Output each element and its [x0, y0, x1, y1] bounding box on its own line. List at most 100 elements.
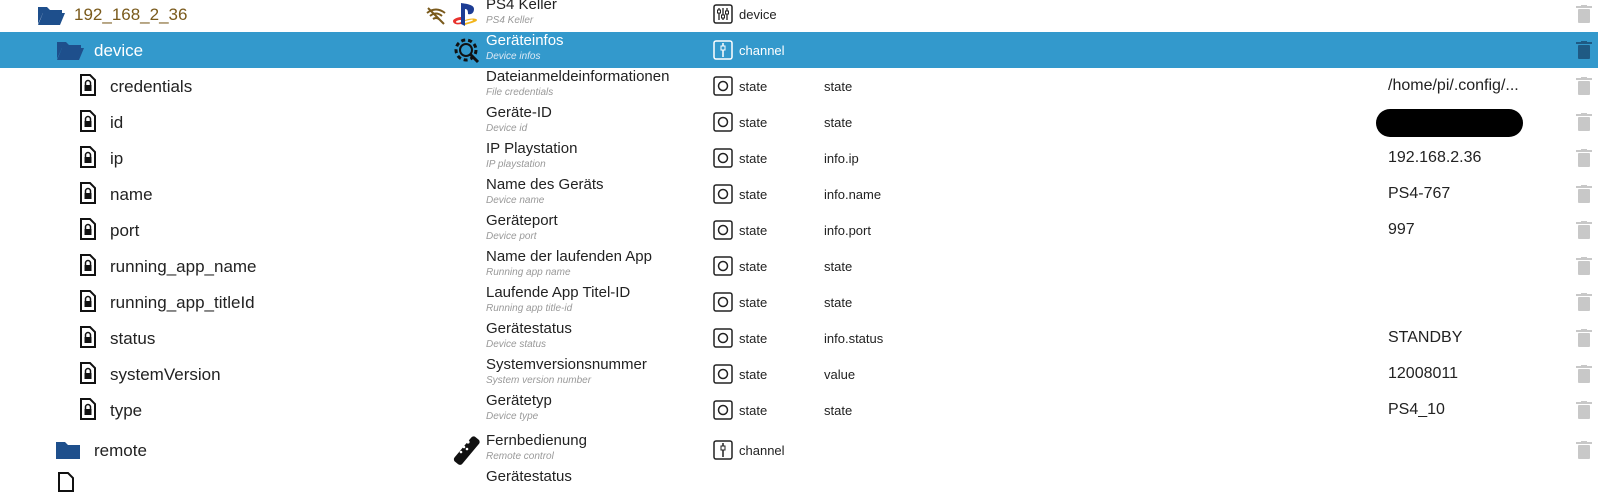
object-role: value — [824, 367, 856, 382]
object-name-translation: Device port — [486, 231, 537, 242]
file-lock-icon — [80, 218, 96, 240]
object-value[interactable]: PS4_10 — [1388, 401, 1445, 419]
trash-icon[interactable] — [1576, 41, 1592, 59]
device-type-icon — [713, 4, 733, 24]
folder-open-icon[interactable] — [36, 4, 66, 26]
object-name-translation: File credentials — [486, 87, 554, 98]
object-name-translation: PS4 Keller — [486, 15, 534, 26]
object-name-translation: Running app title-id — [486, 303, 573, 314]
channel-type-icon — [713, 440, 733, 460]
object-name: Geräte-ID — [486, 104, 552, 121]
table-row[interactable]: ip IP Playstation IP playstation state info.… — [0, 140, 1598, 176]
table-row[interactable]: name Name des Geräts Device name state info.… — [0, 176, 1598, 212]
table-row[interactable]: 192_168_2_36 PS4 Keller PS4 Keller devic… — [0, 0, 1598, 32]
file-lock-icon — [80, 254, 96, 276]
object-type: state — [739, 151, 768, 166]
trash-icon[interactable] — [1576, 293, 1592, 311]
object-name-translation: Device status — [486, 339, 547, 350]
object-role: info.status — [824, 331, 884, 346]
object-value[interactable]: /home/pi/.config/... — [1388, 77, 1519, 95]
table-row[interactable]: type Gerätetyp Device type state state PS4_10 — [0, 392, 1598, 428]
object-value[interactable]: 192.168.2.36 — [1388, 149, 1481, 167]
table-row[interactable]: id Geräte-ID Device id state state — [0, 104, 1598, 140]
state-type-icon — [713, 292, 733, 312]
object-type: state — [739, 223, 768, 238]
object-name: IP Playstation — [486, 140, 578, 157]
object-name: Gerätetyp — [486, 392, 552, 409]
tree-item-label: device — [94, 41, 144, 60]
object-name: Systemversionsnummer — [486, 356, 647, 373]
object-type: state — [739, 367, 768, 382]
object-value[interactable]: 12008011 — [1388, 365, 1458, 383]
object-name: Fernbedienung — [486, 432, 587, 449]
object-type: state — [739, 331, 768, 346]
trash-icon[interactable] — [1576, 257, 1592, 275]
trash-icon[interactable] — [1576, 113, 1592, 131]
file-lock-icon — [80, 110, 96, 132]
table-row[interactable]: Gerätestatus — [0, 468, 1598, 504]
trash-icon[interactable] — [1576, 441, 1592, 459]
object-role: state — [824, 259, 853, 274]
state-type-icon — [713, 328, 733, 348]
object-type: state — [739, 187, 768, 202]
object-name: Name des Geräts — [486, 176, 604, 193]
wifi-off-icon — [426, 7, 446, 25]
table-row[interactable]: remote Fernbedienung Remote control chan… — [0, 432, 1598, 468]
object-name: PS4 Keller — [486, 0, 557, 13]
table-row-selected[interactable]: device Geräteinfos Device infos channel — [0, 32, 1598, 68]
tree-item-label: name — [110, 185, 153, 204]
trash-icon[interactable] — [1576, 401, 1592, 419]
tree-item-label: id — [110, 113, 124, 132]
table-row[interactable]: systemVersion Systemversionsnummer System … — [0, 356, 1598, 392]
file-lock-icon — [80, 146, 96, 168]
object-role: state — [824, 79, 853, 94]
object-name: Name der laufenden App — [486, 248, 652, 265]
trash-icon[interactable] — [1576, 329, 1592, 347]
state-type-icon — [713, 112, 733, 132]
state-type-icon — [713, 184, 733, 204]
tree-item-label: ip — [110, 149, 124, 168]
table-row[interactable]: running_app_name Name der laufenden App Ru… — [0, 248, 1598, 284]
file-lock-icon — [80, 326, 96, 348]
object-name: Dateianmeldeinformationen — [486, 68, 670, 85]
object-type: state — [739, 259, 768, 274]
file-lock-icon — [80, 74, 96, 96]
trash-icon[interactable] — [1576, 5, 1592, 23]
remote-control-icon — [453, 436, 480, 465]
trash-icon[interactable] — [1576, 149, 1592, 167]
object-type: state — [739, 79, 768, 94]
object-name-translation: Device id — [486, 123, 528, 134]
trash-icon[interactable] — [1576, 185, 1592, 203]
object-value[interactable]: 997 — [1388, 221, 1415, 239]
trash-icon[interactable] — [1576, 77, 1592, 95]
table-row[interactable]: status Gerätestatus Device status state info… — [0, 320, 1598, 356]
redacted-value — [1376, 109, 1523, 137]
object-type: state — [739, 295, 768, 310]
trash-icon[interactable] — [1576, 365, 1592, 383]
object-role: info.name — [824, 187, 882, 202]
object-name-translation: IP playstation — [486, 159, 546, 170]
state-type-icon — [713, 220, 733, 240]
object-type: state — [739, 403, 768, 418]
folder-open-icon[interactable] — [55, 39, 85, 61]
object-value[interactable]: STANDBY — [1388, 329, 1462, 347]
state-type-icon — [713, 76, 733, 96]
tree-item-label: credentials — [110, 77, 193, 96]
table-row[interactable]: credentials Dateianmeldeinformationen File… — [0, 68, 1598, 104]
table-row[interactable]: port Geräteport Device port state info.port 9… — [0, 212, 1598, 248]
channel-type-icon — [713, 40, 733, 60]
object-role: state — [824, 403, 853, 418]
tree-item-label: 192_168_2_36 — [74, 5, 188, 24]
table-row[interactable]: running_app_titleId Laufende App Titel-ID… — [0, 284, 1598, 320]
object-type: state — [739, 115, 768, 130]
object-type: device — [739, 7, 777, 22]
object-value[interactable]: PS4-767 — [1388, 185, 1450, 203]
state-type-icon — [713, 256, 733, 276]
trash-icon[interactable] — [1576, 221, 1592, 239]
object-name: Laufende App Titel-ID — [486, 284, 631, 301]
folder-icon[interactable] — [55, 440, 81, 460]
object-name-translation: Remote control — [486, 451, 554, 462]
file-lock-icon — [80, 362, 96, 384]
object-role: info.port — [824, 223, 871, 238]
tree-item-label: status — [110, 329, 156, 348]
